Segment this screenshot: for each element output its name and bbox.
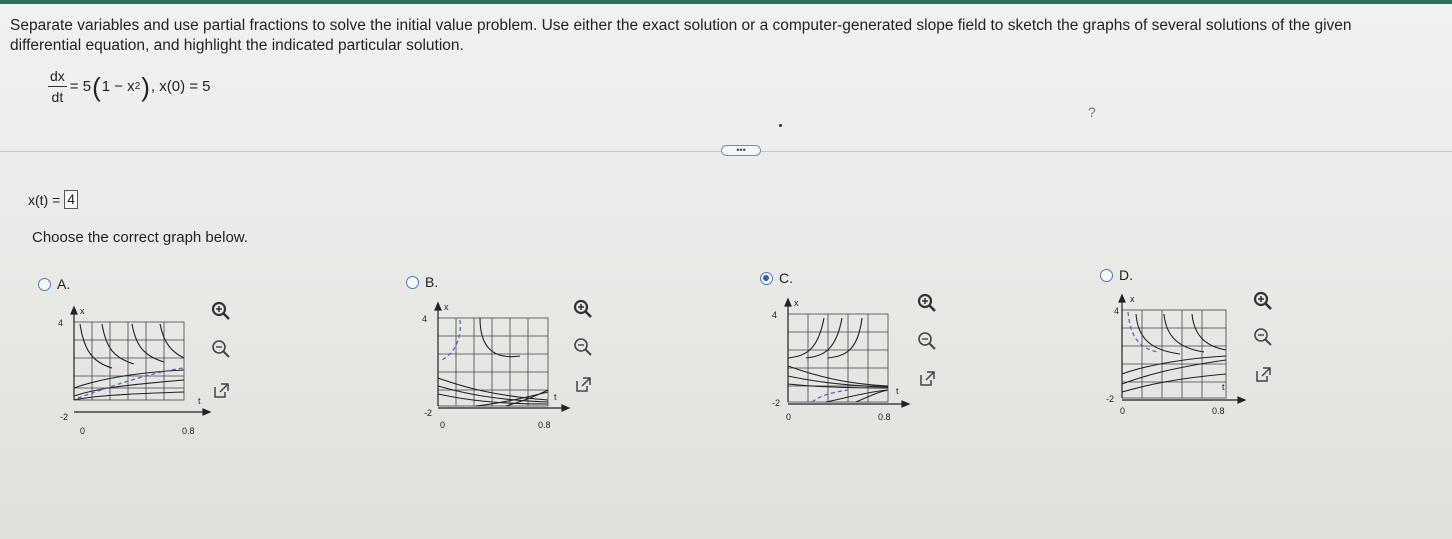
y-tick-top: 4	[422, 314, 427, 324]
option-a-graph[interactable]: x 4 -2 0 0.8 t	[52, 300, 222, 440]
y-tick-bottom: -2	[424, 408, 432, 418]
highlighted-solution	[77, 367, 185, 399]
option-c-graph[interactable]: x 4 -2 0 0.8 t	[766, 292, 936, 432]
highlighted-solution	[811, 389, 849, 403]
differential-equation: dx dt = 5 ( 1 − x2 ) , x(0) = 5	[48, 68, 211, 105]
open-paren: (	[92, 71, 101, 102]
x-tick-label: 0.8	[538, 420, 551, 430]
zoom-in-icon[interactable]	[916, 292, 938, 314]
prompt-text: Choose the correct graph below.	[32, 229, 248, 246]
x-tick-label: 0.8	[182, 426, 195, 436]
option-d-radio[interactable]	[1100, 268, 1113, 282]
stray-dot	[779, 124, 782, 127]
rhs-inner: 1 − x	[101, 78, 135, 95]
help-mark: ?	[1088, 104, 1096, 120]
y-axis-label: x	[1130, 294, 1135, 304]
y-tick-top: 4	[1114, 306, 1119, 316]
answer-label: x(t) =	[28, 191, 61, 208]
option-b-radio[interactable]	[406, 275, 419, 289]
option-d-header[interactable]: D.	[1100, 267, 1133, 283]
option-b-graph[interactable]: x 4 -2 0 0.8 t	[416, 296, 586, 436]
y-tick-bottom: -2	[772, 398, 780, 408]
option-c-letter: C.	[779, 270, 793, 286]
more-button[interactable]: •••	[721, 145, 761, 156]
rhs-exponent: 2	[134, 81, 141, 92]
zoom-out-icon[interactable]	[1252, 326, 1274, 348]
x-axis-label: t	[896, 386, 899, 396]
open-external-icon[interactable]	[1252, 364, 1274, 386]
y-axis-label: x	[794, 298, 799, 308]
solution-curves	[787, 317, 889, 403]
grid-lines	[787, 313, 889, 403]
x-tick-origin: 0	[786, 412, 791, 422]
derivative-fraction: dx dt	[48, 68, 67, 105]
zoom-in-icon[interactable]	[1252, 290, 1274, 312]
option-b-header[interactable]: B.	[406, 274, 438, 290]
rhs-prefix: = 5	[69, 78, 92, 95]
x-axis-label: t	[198, 396, 201, 406]
fraction-numerator: dx	[48, 68, 67, 87]
x-tick-origin: 0	[440, 420, 445, 430]
zoom-out-icon[interactable]	[916, 330, 938, 352]
option-a-letter: A.	[57, 276, 71, 292]
x-axis-label: t	[1222, 382, 1225, 392]
solution-curves	[1121, 313, 1227, 393]
x-tick-label: 0.8	[878, 412, 891, 422]
grid-lines	[73, 321, 185, 401]
open-external-icon[interactable]	[916, 368, 938, 390]
fraction-denominator: dt	[51, 89, 64, 105]
y-axis-label: x	[80, 306, 85, 316]
option-c-radio[interactable]	[760, 271, 773, 285]
x-tick-label: 0.8	[1212, 406, 1225, 416]
option-c-header[interactable]: C.	[760, 270, 793, 286]
x-tick-origin: 0	[1120, 406, 1125, 416]
answer-input[interactable]: 4	[64, 190, 79, 209]
open-external-icon[interactable]	[572, 374, 594, 396]
open-external-icon[interactable]	[210, 380, 232, 402]
x-axis-label: t	[554, 392, 557, 402]
y-tick-bottom: -2	[1106, 394, 1114, 404]
option-b-letter: B.	[425, 274, 439, 290]
option-a-header[interactable]: A.	[38, 276, 70, 292]
y-tick-top: 4	[58, 318, 63, 328]
question-text: Separate variables and use partial fract…	[10, 17, 1352, 54]
x-tick-origin: 0	[80, 426, 85, 436]
y-tick-bottom: -2	[60, 412, 68, 422]
y-tick-top: 4	[772, 310, 777, 320]
zoom-out-icon[interactable]	[210, 338, 232, 360]
solution-curves	[73, 323, 185, 401]
zoom-in-icon[interactable]	[210, 300, 232, 322]
option-d-letter: D.	[1119, 267, 1133, 283]
zoom-out-icon[interactable]	[572, 336, 594, 358]
option-a-radio[interactable]	[38, 277, 51, 291]
close-paren: )	[141, 71, 150, 102]
zoom-in-icon[interactable]	[572, 298, 594, 320]
solution-curves	[437, 317, 549, 407]
y-axis-label: x	[444, 302, 449, 312]
answer-row: x(t) = 4	[28, 190, 79, 209]
top-bar	[0, 0, 1452, 4]
option-d-graph[interactable]: x 4 -2 0 0.8 t	[1100, 288, 1270, 428]
initial-condition: , x(0) = 5	[150, 78, 211, 95]
